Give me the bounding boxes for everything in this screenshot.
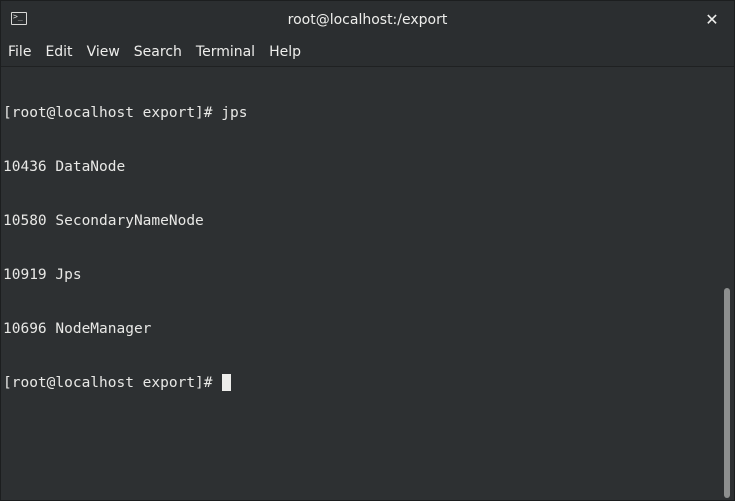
- text-cursor: [222, 374, 232, 391]
- menu-terminal[interactable]: Terminal: [189, 38, 262, 67]
- terminal-icon: >_: [11, 12, 27, 25]
- close-button[interactable]: ✕: [702, 9, 722, 29]
- menu-file[interactable]: File: [1, 38, 38, 67]
- title-bar[interactable]: >_ root@localhost:/export ✕: [1, 1, 734, 38]
- terminal-line: 10919 Jps: [3, 267, 82, 283]
- terminal-prompt: [root@localhost export]#: [3, 375, 222, 391]
- terminal-prompt-line[interactable]: [root@localhost export]#: [3, 374, 723, 392]
- terminal-line: 10696 NodeManager: [3, 321, 152, 337]
- terminal-line: [root@localhost export]# jps: [3, 105, 248, 121]
- menu-search[interactable]: Search: [127, 38, 189, 67]
- terminal-output[interactable]: [root@localhost export]# jps 10436 DataN…: [1, 68, 723, 500]
- terminal-line: 10580 SecondaryNameNode: [3, 213, 204, 229]
- window-title: root@localhost:/export: [287, 11, 448, 28]
- terminal-window: >_ root@localhost:/export ✕ File Edit Vi…: [0, 0, 735, 501]
- menu-edit[interactable]: Edit: [38, 38, 79, 67]
- close-icon: ✕: [705, 9, 719, 29]
- vertical-scrollbar[interactable]: [722, 68, 733, 500]
- menu-view[interactable]: View: [80, 38, 127, 67]
- scrollbar-thumb[interactable]: [724, 288, 730, 498]
- menu-help[interactable]: Help: [262, 38, 308, 67]
- terminal-line: 10436 DataNode: [3, 159, 126, 175]
- menu-bar: File Edit View Search Terminal Help: [1, 38, 734, 67]
